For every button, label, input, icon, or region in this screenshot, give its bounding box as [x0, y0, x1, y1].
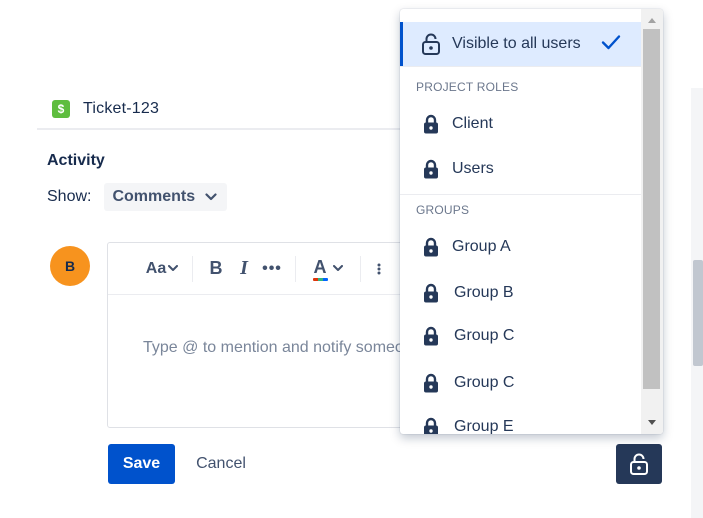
- option-label: Users: [452, 160, 494, 177]
- option-label: Group C: [454, 327, 515, 344]
- italic-button[interactable]: I: [233, 254, 255, 284]
- option-label: Group B: [454, 284, 514, 301]
- option-group-b[interactable]: Group B: [400, 271, 641, 315]
- activity-title: Activity: [47, 152, 105, 169]
- lock-icon: [422, 158, 440, 180]
- lock-icon: [422, 372, 440, 394]
- toolbar-separator: [295, 255, 296, 282]
- option-label: Group A: [452, 238, 511, 255]
- scroll-up-arrow-icon[interactable]: [641, 11, 663, 29]
- avatar[interactable]: B: [50, 246, 90, 286]
- activity-filter: Show: Comments: [47, 183, 228, 211]
- show-select[interactable]: Comments: [104, 183, 228, 211]
- dropdown-scrollbar-thumb[interactable]: [643, 29, 660, 389]
- unlock-icon: [422, 33, 440, 55]
- dropdown-divider: [400, 66, 641, 67]
- dropdown-scrollbar[interactable]: [641, 9, 663, 434]
- ticket-header: $ Ticket-123: [52, 98, 159, 120]
- dropdown-divider: [400, 194, 641, 195]
- ticket-key[interactable]: Ticket-123: [83, 100, 159, 118]
- comment-editor: Aa B I ••• A Type @ to mention and notif…: [107, 242, 437, 428]
- scroll-down-arrow-icon[interactable]: [641, 413, 663, 431]
- lock-icon: [422, 236, 440, 258]
- editor-toolbar: Aa B I ••• A: [108, 243, 436, 295]
- option-visible-to-all[interactable]: Visible to all users: [400, 22, 641, 66]
- section-heading-project-roles: PROJECT ROLES: [416, 80, 519, 94]
- lock-icon: [422, 282, 440, 304]
- more-formatting-button[interactable]: •••: [259, 254, 285, 284]
- bullet-list-icon[interactable]: [377, 254, 391, 284]
- option-group-a[interactable]: Group A: [400, 225, 641, 269]
- show-select-value: Comments: [112, 188, 196, 205]
- visibility-button[interactable]: [616, 444, 662, 484]
- lock-icon: [422, 113, 440, 135]
- section-heading-groups: GROUPS: [416, 203, 470, 217]
- option-label: Group C: [454, 374, 515, 391]
- bold-button[interactable]: B: [205, 254, 227, 284]
- option-label: Group E: [454, 418, 514, 434]
- option-group-e[interactable]: Group E: [400, 405, 641, 434]
- option-group-c-2[interactable]: Group C: [400, 361, 641, 405]
- show-label: Show:: [47, 188, 92, 205]
- save-button[interactable]: Save: [108, 444, 175, 484]
- option-label: Client: [452, 115, 493, 132]
- dollar-ticket-icon: $: [52, 100, 70, 118]
- option-label: Visible to all users: [452, 35, 581, 52]
- option-group-c[interactable]: Group C: [400, 314, 641, 358]
- chevron-down-icon: [205, 193, 217, 201]
- comment-input[interactable]: Type @ to mention and notify someone.: [108, 295, 436, 357]
- lock-icon: [422, 416, 440, 434]
- page-scrollbar-thumb[interactable]: [693, 260, 703, 366]
- option-users[interactable]: Users: [400, 147, 641, 191]
- visibility-dropdown: Visible to all users PROJECT ROLES Clien…: [400, 9, 663, 434]
- text-color-icon: A: [312, 257, 328, 281]
- chevron-down-icon: [332, 265, 343, 271]
- check-icon: [601, 34, 621, 50]
- text-style-label: Aa: [145, 259, 167, 277]
- lock-icon: [422, 325, 440, 347]
- text-style-button[interactable]: Aa: [142, 254, 182, 284]
- toolbar-separator: [360, 255, 361, 282]
- chevron-down-icon: [168, 265, 179, 271]
- cancel-button[interactable]: Cancel: [185, 444, 257, 484]
- unlock-icon: [630, 453, 648, 475]
- text-color-button[interactable]: A: [306, 254, 350, 284]
- option-client[interactable]: Client: [400, 102, 641, 146]
- toolbar-separator: [192, 255, 193, 282]
- header-divider: [37, 128, 427, 130]
